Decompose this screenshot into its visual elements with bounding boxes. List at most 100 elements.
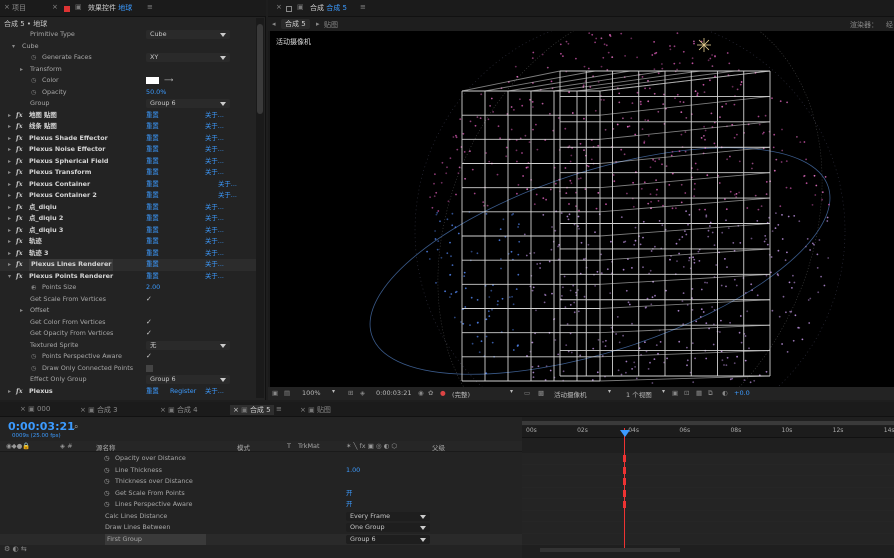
property-row[interactable]: ◷ Draw Only Connected Points xyxy=(0,363,256,375)
timeline-footer-icons[interactable]: ⚙ ◐ ⇆ xyxy=(4,545,27,553)
checkbox[interactable]: ✓ xyxy=(146,318,153,326)
timeline-zoom-slider[interactable] xyxy=(540,548,680,552)
effect-row[interactable]: ▸ fx 点_diqiu 重置 关于... xyxy=(0,202,256,214)
effect-row[interactable]: ▾ fx Plexus Points Renderer 重置 关于... xyxy=(0,271,256,283)
timeline-tab[interactable]: × ▣ 合成 4 xyxy=(160,405,198,415)
expand-right-icon[interactable]: ▸ xyxy=(8,213,11,225)
effect-row[interactable]: ▸ fx Plexus Transform 重置 关于... xyxy=(0,167,256,179)
fx-icon[interactable]: fx xyxy=(16,190,23,202)
property-value[interactable]: 50.0% xyxy=(146,87,166,99)
about-link[interactable]: 关于... xyxy=(205,386,224,398)
expand-right-icon[interactable]: ▸ xyxy=(8,156,11,168)
timeline-property-dropdown[interactable]: One Group xyxy=(346,523,430,532)
tab-composition[interactable]: 合成 合成 5 xyxy=(310,3,347,13)
col-parent[interactable]: 父级 xyxy=(432,442,445,452)
expand-right-icon[interactable]: ▸ xyxy=(8,225,11,237)
expand-right-icon[interactable]: ▸ xyxy=(8,386,11,398)
stopwatch-icon[interactable]: ◷ xyxy=(104,488,110,500)
show-snapshot-icon[interactable]: ✿ xyxy=(428,389,433,397)
effect-row[interactable]: ▸ fx 地图 贴图 重置 关于... xyxy=(0,110,256,122)
col-source-name[interactable]: 源名称 xyxy=(96,442,116,452)
keyframe-marker[interactable] xyxy=(623,501,626,508)
expand-right-icon[interactable]: ▸ xyxy=(8,202,11,214)
flowchart-icon[interactable]: ⧉ xyxy=(708,389,713,398)
exposure-value[interactable]: +0.0 xyxy=(734,389,750,397)
timeline-property-row[interactable]: ◷ Opacity over Distance xyxy=(0,453,522,465)
timeline-property-row[interactable]: ◷ Line Thickness 1.00 xyxy=(0,465,522,477)
col-mode[interactable]: 模式 xyxy=(237,442,250,452)
keyframe-marker[interactable] xyxy=(623,489,626,497)
viewer-timecode[interactable]: 0:00:03:21 xyxy=(376,389,412,397)
expand-down-icon[interactable]: ▾ xyxy=(8,271,11,283)
timeline-track[interactable] xyxy=(522,499,894,511)
scrollbar-thumb[interactable] xyxy=(257,24,263,114)
fx-icon[interactable]: fx xyxy=(16,213,23,225)
expand-right-icon[interactable]: ▸ xyxy=(8,167,11,179)
property-row[interactable]: ◷ Opacity 50.0% xyxy=(0,87,256,99)
chevron-down-icon[interactable]: ▾ xyxy=(608,388,611,395)
register-link[interactable]: Register xyxy=(170,386,196,398)
timeline-track[interactable] xyxy=(522,487,894,499)
stopwatch-icon[interactable]: ◷ xyxy=(31,52,36,64)
magnify-icon[interactable]: ▣ xyxy=(272,389,278,397)
stopwatch-icon[interactable]: ◷ xyxy=(104,499,110,511)
reset-link[interactable]: 重置 xyxy=(146,167,159,179)
timeline-property-value[interactable]: 开 xyxy=(346,488,352,500)
chevron-down-icon[interactable]: ▾ xyxy=(510,388,513,395)
label-icon[interactable]: ◈ # xyxy=(60,442,73,450)
timeline-tab[interactable]: × ▣ 合成 3 xyxy=(80,405,118,415)
expand-right-icon[interactable]: ▸ xyxy=(8,144,11,156)
expand-right-icon[interactable]: ▸ xyxy=(8,236,11,248)
effect-row[interactable]: ▸ fx 轨迹 3 重置 关于... xyxy=(0,248,256,260)
property-row[interactable]: ▸ ◷ Points Size 2.00 xyxy=(0,282,256,294)
fx-icon[interactable]: fx xyxy=(16,202,23,214)
fx-icon[interactable]: fx xyxy=(16,236,23,248)
expand-right-icon[interactable]: ▸ xyxy=(8,133,11,145)
back-icon[interactable]: ◂ xyxy=(272,20,276,28)
reset-link[interactable]: 重置 xyxy=(146,202,159,214)
chevron-down-icon[interactable]: ▾ xyxy=(332,388,335,395)
expand-right-icon[interactable]: ▸ xyxy=(8,121,11,133)
about-link[interactable]: 关于... xyxy=(205,213,224,225)
timeline-property-row[interactable]: First Group Group 6 xyxy=(0,533,522,545)
fx-icon[interactable]: fx xyxy=(16,225,23,237)
timeline-track[interactable] xyxy=(522,522,894,534)
stopwatch-icon[interactable]: ◷ xyxy=(31,351,36,363)
fx-icon[interactable]: fx xyxy=(16,167,23,179)
expand-right-icon[interactable]: ▸ xyxy=(8,110,11,122)
about-link[interactable]: 关于... xyxy=(205,156,224,168)
reset-link[interactable]: 重置 xyxy=(146,179,159,191)
region-icon[interactable]: ⊞ xyxy=(348,389,353,397)
about-link[interactable]: 关于... xyxy=(205,236,224,248)
expand-right-icon[interactable]: ▸ xyxy=(8,259,11,271)
col-t[interactable]: T xyxy=(287,442,291,450)
lock-icon[interactable] xyxy=(286,6,292,12)
property-row[interactable]: Get Scale From Vertices ✓ xyxy=(0,294,256,306)
lock-icon[interactable] xyxy=(64,6,70,12)
hamburger-icon[interactable]: ≡ xyxy=(276,405,282,413)
property-row[interactable]: Get Opacity From Vertices ✓ xyxy=(0,328,256,340)
property-row[interactable]: ◷ Points Perspective Aware ✓ xyxy=(0,351,256,363)
close-icon[interactable]: × xyxy=(300,406,308,414)
checkbox[interactable]: ✓ xyxy=(146,330,153,337)
effect-row[interactable]: ▸ fx Plexus Shade Effector 重置 关于... xyxy=(0,133,256,145)
property-row[interactable]: Primitive Type Cube xyxy=(0,29,256,41)
switches-icons[interactable]: ✶ ╲ fx ▣ ◎ ◐ ⬡ xyxy=(346,442,397,450)
expand-right-icon[interactable]: ▸ xyxy=(8,248,11,260)
timeline-track[interactable] xyxy=(522,533,894,545)
close-icon[interactable]: × xyxy=(160,406,168,414)
timeline-icon[interactable]: ▦ xyxy=(696,389,702,397)
timeline-property-row[interactable]: ◷ Thickness over Distance xyxy=(0,476,522,488)
panel-menu-icon[interactable]: ▣ xyxy=(75,3,82,11)
fx-icon[interactable]: fx xyxy=(16,271,23,283)
fast-preview-icon[interactable]: ⊡ xyxy=(684,389,689,397)
effect-row[interactable]: ▸ fx 线条 贴图 重置 关于... xyxy=(0,121,256,133)
fx-icon[interactable]: fx xyxy=(16,110,23,122)
expand-right-icon[interactable]: ▸ xyxy=(20,305,23,317)
reset-link[interactable]: 重置 xyxy=(146,121,159,133)
renderer-value[interactable]: 经 xyxy=(886,20,893,30)
search-icon[interactable]: ⌕ xyxy=(74,422,78,432)
light-icon[interactable] xyxy=(697,38,711,52)
about-link[interactable]: 关于... xyxy=(205,167,224,179)
col-trkmat[interactable]: TrkMat xyxy=(298,442,320,450)
